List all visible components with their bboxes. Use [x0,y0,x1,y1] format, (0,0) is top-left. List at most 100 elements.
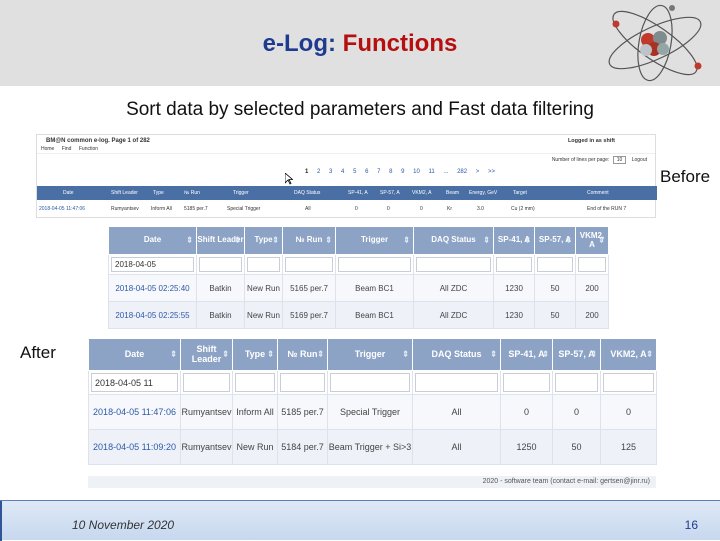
sort-icon[interactable]: ⇕ [403,235,410,245]
table-a-r1-run: 5169 per.7 [282,301,336,329]
before-screenshot: BM@N common e-log. Page 1 of 282 Logged … [36,134,657,218]
sort-icon[interactable]: ⇕ [267,349,274,359]
table-a-filter-vkm2[interactable] [578,257,606,272]
before-logout-link[interactable]: Logout [632,157,647,163]
sort-icon[interactable]: ⇕ [170,349,177,359]
table-a-col-vkm2[interactable]: VKM2, A ⇕ [575,226,609,255]
before-col-daq[interactable]: DAQ Status [294,190,320,196]
before-col-date[interactable]: Date [63,190,74,196]
before-page-2[interactable]: 2 [317,169,320,175]
table-b-col-type[interactable]: Type ⇕ [232,338,278,371]
before-per-page-select[interactable]: 10 [612,156,627,164]
sort-icon[interactable]: ⇕ [222,349,229,359]
before-page-5[interactable]: 5 [353,169,356,175]
before-page-end[interactable]: >> [488,169,495,175]
table-b-r0-sp41: 0 [500,394,553,430]
before-col-trigger[interactable]: Trigger [233,190,249,196]
sort-icon[interactable]: ⇕ [565,235,572,245]
before-col-run[interactable]: № Run [184,190,200,196]
table-a-filter-daq[interactable] [416,257,491,272]
before-page-11[interactable]: 11 [429,169,435,175]
table-b-col-run-label: № Run [287,348,318,359]
before-col-type[interactable]: Type [153,190,164,196]
before-col-energy[interactable]: Energy, GeV [469,190,497,196]
table-b-filter-sp57[interactable] [555,373,598,392]
table-a-r0-date[interactable]: 2018-04-05 02:25:40 [108,274,197,302]
table-b-r1-shift-leader: Rumyantsev [180,429,233,465]
sort-icon[interactable]: ⇕ [524,235,531,245]
before-page-3[interactable]: 3 [329,169,332,175]
sort-icon[interactable]: ⇕ [483,235,490,245]
before-page-4[interactable]: 4 [341,169,344,175]
table-b-filter-run[interactable] [280,373,325,392]
before-per-page-label: Number of lines per page: [551,157,610,163]
before-nav-home[interactable]: Home [41,146,54,152]
before-col-vkm2[interactable]: VKM2, A [412,190,431,196]
before-col-sp57[interactable]: SP-57, A [380,190,400,196]
before-col-target[interactable]: Target [513,190,527,196]
sort-icon[interactable]: ⇕ [317,349,324,359]
table-a-col-shift-leader[interactable]: Shift Leader ⇕ [196,226,245,255]
table-b-col-run[interactable]: № Run ⇕ [277,338,328,371]
table-b-filter-vkm2[interactable] [603,373,654,392]
before-page-last[interactable]: 282 [457,169,467,175]
before-page-9[interactable]: 9 [401,169,404,175]
table-a-col-sp41[interactable]: SP-41, A ⇕ [493,226,535,255]
sort-icon[interactable]: ⇕ [590,349,597,359]
table-b-r1-date[interactable]: 2018-04-05 11:09:20 [88,429,181,465]
before-col-comment[interactable]: Comment [587,190,609,196]
before-cell-trigger: Special Trigger [227,206,261,212]
table-b-filter-date[interactable] [91,373,178,392]
sort-icon[interactable]: ⇕ [598,235,605,245]
table-a-col-trigger[interactable]: Trigger ⇕ [335,226,414,255]
sort-icon[interactable]: ⇕ [490,349,497,359]
table-b-header: Date ⇕ Shift Leader ⇕ Type ⇕ № Run ⇕ Trigger… [88,338,657,371]
table-a-filter-shift-leader[interactable] [199,257,242,272]
before-col-shift-leader[interactable]: Shift Leader [111,190,138,196]
before-col-sp41[interactable]: SP-41, A [348,190,368,196]
before-page-1[interactable]: 1 [305,169,308,175]
before-page-6[interactable]: 6 [365,169,368,175]
sort-icon[interactable]: ⇕ [542,349,549,359]
table-a-col-date[interactable]: Date ⇕ [108,226,197,255]
sort-icon[interactable]: ⇕ [402,349,409,359]
table-a-r1-date[interactable]: 2018-04-05 02:25:55 [108,301,197,329]
sort-icon[interactable]: ⇕ [646,349,653,359]
sort-icon[interactable]: ⇕ [234,235,241,245]
table-b-filter-daq[interactable] [415,373,498,392]
table-b-col-sp57[interactable]: SP-57, A ⇕ [552,338,601,371]
table-b-r0-date[interactable]: 2018-04-05 11:47:06 [88,394,181,430]
table-b-filter-shift-leader[interactable] [183,373,230,392]
table-b-r0-sp57: 0 [552,394,601,430]
table-b-filter-sp41[interactable] [503,373,550,392]
table-a-filter-sp57[interactable] [537,257,573,272]
before-col-beam[interactable]: Beam [446,190,459,196]
table-a-filter-sp41[interactable] [496,257,532,272]
before-nav-find[interactable]: Find [62,146,72,152]
before-page-10[interactable]: 10 [413,169,420,175]
before-page-next[interactable]: > [476,169,480,175]
table-b-filter-type[interactable] [235,373,275,392]
sort-icon[interactable]: ⇕ [272,235,279,245]
table-b-col-vkm2[interactable]: VKM2, A ⇕ [600,338,657,371]
table-a-col-run[interactable]: № Run ⇕ [282,226,336,255]
before-page-8[interactable]: 8 [389,169,392,175]
table-a-col-type[interactable]: Type ⇕ [244,226,283,255]
table-b-filter-trigger[interactable] [330,373,410,392]
table-b-col-shift-leader[interactable]: Shift Leader ⇕ [180,338,233,371]
table-a-filter-run[interactable] [285,257,333,272]
table-a-filter-date[interactable] [111,257,194,272]
table-b-col-sp41[interactable]: SP-41, A ⇕ [500,338,553,371]
table-a-filter-type[interactable] [247,257,280,272]
table-a-col-sp57[interactable]: SP-57, A ⇕ [534,226,576,255]
table-b-col-date[interactable]: Date ⇕ [88,338,181,371]
before-nav-function[interactable]: Function [79,146,98,152]
before-page-7[interactable]: 7 [377,169,380,175]
table-a-filter-trigger[interactable] [338,257,411,272]
table-a-col-daq[interactable]: DAQ Status ⇕ [413,226,494,255]
sort-icon[interactable]: ⇕ [325,235,332,245]
before-cell-date[interactable]: 2018-04-05 11:47:06 [39,206,85,212]
table-b-col-trigger[interactable]: Trigger ⇕ [327,338,413,371]
sort-icon[interactable]: ⇕ [186,235,193,245]
table-b-col-daq[interactable]: DAQ Status ⇕ [412,338,501,371]
